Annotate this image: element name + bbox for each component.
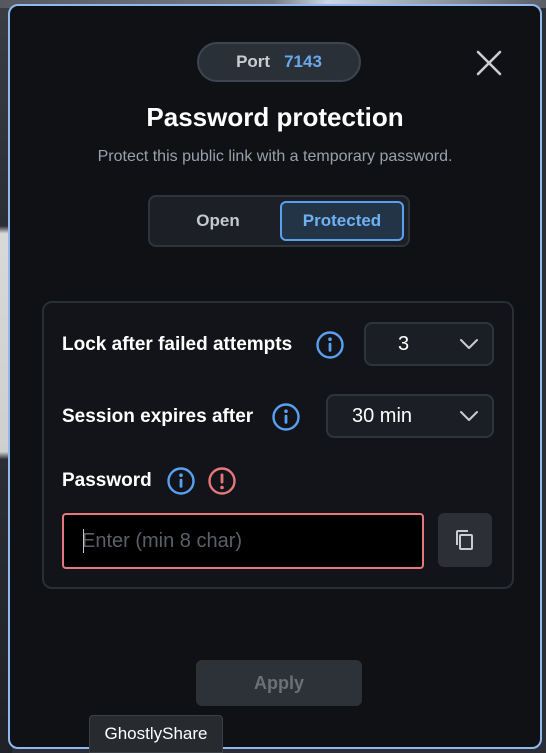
session-expires-select[interactable]: 30 min xyxy=(326,394,494,438)
toggle-option-open[interactable]: Open xyxy=(158,203,278,239)
settings-card: Lock after failed attempts 3 Session exp… xyxy=(42,301,514,589)
toggle-option-protected[interactable]: Protected xyxy=(280,201,404,241)
taskbar-tooltip: GhostlyShare xyxy=(89,715,223,753)
info-icon[interactable] xyxy=(315,330,345,360)
dialog-title: Password protection xyxy=(146,102,404,132)
copy-password-button[interactable] xyxy=(438,513,492,567)
password-input[interactable] xyxy=(62,513,424,569)
apply-button[interactable]: Apply xyxy=(196,660,362,706)
mode-toggle: Open Protected xyxy=(148,195,410,247)
password-protection-dialog: Port 7143 Password protection Protect th… xyxy=(8,4,542,749)
error-icon[interactable] xyxy=(207,466,237,496)
lock-attempts-label: Lock after failed attempts xyxy=(62,334,293,355)
text-caret xyxy=(83,529,84,553)
lock-attempts-value: 3 xyxy=(398,332,410,355)
info-icon[interactable] xyxy=(166,466,196,496)
session-expires-label: Session expires after xyxy=(62,406,254,427)
chevron-down-icon xyxy=(460,411,478,421)
port-value: 7143 xyxy=(284,52,322,71)
copy-icon xyxy=(456,530,473,550)
close-icon xyxy=(476,50,502,76)
port-badge: Port 7143 xyxy=(197,42,361,82)
close-button[interactable] xyxy=(472,46,506,80)
port-label: Port xyxy=(236,52,271,71)
dialog-subtitle: Protect this public link with a temporar… xyxy=(97,148,453,165)
chevron-down-icon xyxy=(460,339,478,349)
session-expires-value: 30 min xyxy=(352,404,413,427)
lock-attempts-select[interactable]: 3 xyxy=(364,322,494,366)
info-icon[interactable] xyxy=(271,402,301,432)
password-label: Password xyxy=(62,470,152,491)
